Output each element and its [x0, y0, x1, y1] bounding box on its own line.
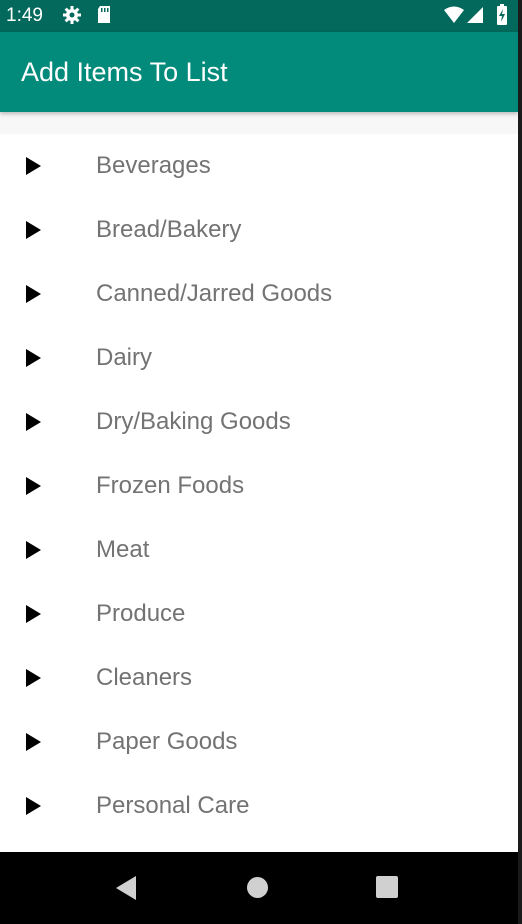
category-label: Frozen Foods [96, 472, 245, 499]
back-icon[interactable] [116, 876, 136, 900]
category-item-dairy[interactable]: Dairy [0, 326, 518, 390]
category-label: Beverages [96, 152, 211, 179]
category-item-beverages[interactable]: Beverages [0, 134, 518, 198]
expand-arrow-icon[interactable] [26, 477, 41, 495]
category-item-bread-bakery[interactable]: Bread/Bakery [0, 198, 518, 262]
category-label: Personal Care [96, 792, 250, 819]
app-bar: Add Items To List [0, 32, 518, 112]
category-item-produce[interactable]: Produce [0, 582, 518, 646]
category-label: Cleaners [96, 664, 193, 691]
screen-edge [518, 0, 522, 924]
category-item-cleaners[interactable]: Cleaners [0, 646, 518, 710]
expand-arrow-icon[interactable] [26, 221, 41, 239]
sd-card-icon [96, 5, 112, 30]
category-label: Canned/Jarred Goods [96, 280, 333, 307]
expand-arrow-icon[interactable] [26, 541, 41, 559]
category-item-canned-jarred-goods[interactable]: Canned/Jarred Goods [0, 262, 518, 326]
category-label: Dairy [96, 344, 153, 371]
navigation-bar [0, 852, 518, 924]
category-label: Meat [96, 536, 150, 563]
status-bar: 1:49 [0, 0, 518, 32]
home-icon[interactable] [247, 877, 268, 898]
category-label: Paper Goods [96, 728, 238, 755]
category-label: Dry/Baking Goods [96, 408, 291, 435]
status-time: 1:49 [6, 5, 43, 26]
expand-arrow-icon[interactable] [26, 157, 41, 175]
expand-arrow-icon[interactable] [26, 349, 41, 367]
list-header-strip [0, 112, 518, 134]
recents-icon[interactable] [376, 876, 398, 898]
wifi-icon [443, 6, 465, 29]
page-title: Add Items To List [21, 57, 228, 87]
expand-arrow-icon[interactable] [26, 413, 41, 431]
device-screen: 1:49 Add Items To List Beverages Bread/B… [0, 0, 518, 924]
gear-icon [62, 5, 82, 30]
expand-arrow-icon[interactable] [26, 605, 41, 623]
category-item-personal-care[interactable]: Personal Care [0, 774, 518, 838]
expand-arrow-icon[interactable] [26, 285, 41, 303]
signal-icon [466, 6, 484, 29]
category-item-meat[interactable]: Meat [0, 518, 518, 582]
battery-icon [496, 4, 508, 31]
expand-arrow-icon[interactable] [26, 733, 41, 751]
category-list: Beverages Bread/Bakery Canned/Jarred Goo… [0, 134, 518, 838]
expand-arrow-icon[interactable] [26, 797, 41, 815]
category-label: Bread/Bakery [96, 216, 242, 243]
category-item-paper-goods[interactable]: Paper Goods [0, 710, 518, 774]
category-item-dry-baking-goods[interactable]: Dry/Baking Goods [0, 390, 518, 454]
expand-arrow-icon[interactable] [26, 669, 41, 687]
category-item-frozen-foods[interactable]: Frozen Foods [0, 454, 518, 518]
category-label: Produce [96, 600, 186, 627]
